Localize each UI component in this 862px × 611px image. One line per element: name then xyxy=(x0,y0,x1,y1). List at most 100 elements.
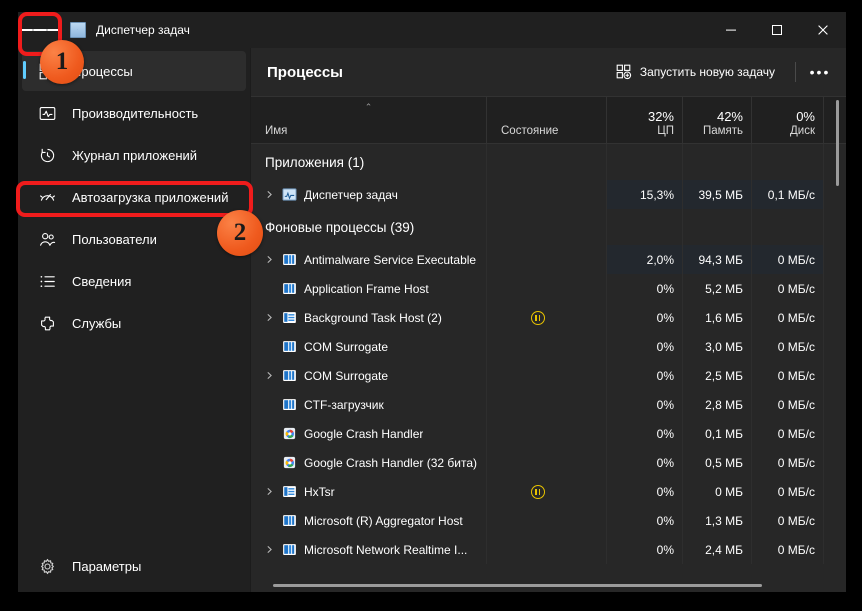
app-blue-icon xyxy=(281,397,297,413)
minimize-button[interactable] xyxy=(708,12,754,48)
cell-memory: 0 МБ xyxy=(683,477,752,506)
cell-memory: 2,5 МБ xyxy=(683,361,752,390)
cell-disk: 0 МБ/с xyxy=(752,477,824,506)
sidebar-item-details[interactable]: Сведения xyxy=(22,261,246,301)
suspended-pause-icon xyxy=(530,310,545,325)
chevron-right-icon[interactable] xyxy=(265,371,281,380)
table-group-row[interactable]: Фоновые процессы (39) xyxy=(251,209,846,245)
app-blue-icon xyxy=(281,368,297,384)
table-row[interactable]: HxTsr 0% 0 МБ 0 МБ/с xyxy=(251,477,846,506)
app-blue-icon xyxy=(281,252,297,268)
close-button[interactable] xyxy=(800,12,846,48)
cell-disk xyxy=(752,144,824,180)
cell-disk: 0 МБ/с xyxy=(752,332,824,361)
cell-filler xyxy=(824,180,846,209)
table-row[interactable]: CTF-загрузчик 0% 2,8 МБ 0 МБ/с xyxy=(251,390,846,419)
chevron-right-icon[interactable] xyxy=(265,487,281,496)
chevron-right-icon[interactable] xyxy=(265,190,281,199)
table-row[interactable]: Microsoft (R) Aggregator Host 0% 1,3 МБ 0 М… xyxy=(251,506,846,535)
cell-memory: 1,6 МБ xyxy=(683,303,752,332)
cell-disk: 0 МБ/с xyxy=(752,448,824,477)
sidebar-item-settings[interactable]: Параметры xyxy=(22,546,246,586)
sidebar-item-services[interactable]: Службы xyxy=(22,303,246,343)
cell-filler xyxy=(824,303,846,332)
cell-cpu: 0% xyxy=(607,419,683,448)
chevron-right-icon[interactable] xyxy=(265,313,281,322)
maximize-button[interactable] xyxy=(754,12,800,48)
sidebar-item-startup-apps[interactable]: Автозагрузка приложений xyxy=(22,177,246,217)
column-header-name[interactable]: ⌃ Имя xyxy=(251,97,487,143)
chevron-right-icon[interactable] xyxy=(265,255,281,264)
cell-disk: 0,1 МБ/с xyxy=(752,180,824,209)
cell-state xyxy=(487,361,607,390)
cell-name: CTF-загрузчик xyxy=(251,390,487,419)
cell-disk: 0 МБ/с xyxy=(752,274,824,303)
cell-state xyxy=(487,477,607,506)
startup-apps-icon xyxy=(36,186,58,208)
column-usage-pct: 42% xyxy=(716,109,743,124)
more-options-button[interactable]: ••• xyxy=(802,57,838,87)
process-name: Google Crash Handler (32 бита) xyxy=(304,455,478,470)
process-name: Google Crash Handler xyxy=(304,426,424,441)
cell-name: Фоновые процессы (39) xyxy=(251,209,487,245)
column-header-cpu[interactable]: 32% ЦП xyxy=(607,97,683,143)
process-name: Фоновые процессы (39) xyxy=(265,219,415,235)
cell-memory: 2,4 МБ xyxy=(683,535,752,564)
sidebar-label: Автозагрузка приложений xyxy=(72,189,229,205)
table-row[interactable]: Google Crash Handler 0% 0,1 МБ 0 МБ/с xyxy=(251,419,846,448)
cell-state xyxy=(487,180,607,209)
services-icon xyxy=(36,312,58,334)
column-header-memory[interactable]: 42% Память xyxy=(683,97,752,143)
cell-filler xyxy=(824,209,846,245)
table-row[interactable]: Microsoft Network Realtime I... 0% 2,4 МБ 0… xyxy=(251,535,846,564)
sidebar-label: Сведения xyxy=(72,273,132,289)
app-blue-icon xyxy=(281,339,297,355)
sort-ascending-icon: ⌃ xyxy=(364,102,373,112)
cell-filler xyxy=(824,245,846,274)
table-header-row: ⌃ Имя Состояние 32% ЦП 42% Память 0% Дис… xyxy=(251,96,846,144)
table-group-row[interactable]: Приложения (1) xyxy=(251,144,846,180)
column-header-disk[interactable]: 0% Диск xyxy=(752,97,824,143)
cell-disk: 0 МБ/с xyxy=(752,361,824,390)
process-name: Microsoft (R) Aggregator Host xyxy=(304,513,463,528)
cell-cpu: 0% xyxy=(607,303,683,332)
table-row[interactable]: Application Frame Host 0% 5,2 МБ 0 МБ/с xyxy=(251,274,846,303)
cell-name: Application Frame Host xyxy=(251,274,487,303)
app-blue-icon xyxy=(281,513,297,529)
vertical-scrollbar[interactable] xyxy=(836,100,839,186)
cell-state xyxy=(487,209,607,245)
run-new-task-button[interactable]: Запустить новую задачу xyxy=(606,57,785,87)
sidebar-item-performance[interactable]: Производительность xyxy=(22,93,246,133)
cell-cpu: 0% xyxy=(607,274,683,303)
column-header-state[interactable]: Состояние xyxy=(487,97,607,143)
column-label: Имя xyxy=(265,125,288,137)
sidebar-item-users[interactable]: Пользователи xyxy=(22,219,246,259)
table-row[interactable]: COM Surrogate 0% 3,0 МБ 0 МБ/с xyxy=(251,332,846,361)
table-row[interactable]: Antimalware Service Executable 2,0% 94,3 М… xyxy=(251,245,846,274)
table-row[interactable]: Диспетчер задач 15,3% 39,5 МБ 0,1 МБ/с xyxy=(251,180,846,209)
table-row[interactable]: COM Surrogate 0% 2,5 МБ 0 МБ/с xyxy=(251,361,846,390)
cell-filler xyxy=(824,390,846,419)
cell-cpu: 0% xyxy=(607,361,683,390)
cell-memory: 1,3 МБ xyxy=(683,506,752,535)
cell-filler xyxy=(824,332,846,361)
table-row[interactable]: Background Task Host (2) 0% 1,6 МБ 0 МБ/с xyxy=(251,303,846,332)
cell-cpu: 0% xyxy=(607,477,683,506)
window-controls xyxy=(708,12,846,48)
chevron-right-icon[interactable] xyxy=(265,545,281,554)
table-row[interactable]: Google Crash Handler (32 бита) 0% 0,5 МБ 0 … xyxy=(251,448,846,477)
process-name: CTF-загрузчик xyxy=(304,397,384,412)
cell-state xyxy=(487,419,607,448)
google-crash-icon xyxy=(281,455,297,471)
column-label: ЦП xyxy=(657,125,674,137)
title-bar: Диспетчер задач xyxy=(18,12,846,48)
cell-name: HxTsr xyxy=(251,477,487,506)
cell-name: Microsoft Network Realtime I... xyxy=(251,535,487,564)
details-icon xyxy=(36,270,58,292)
horizontal-scrollbar[interactable] xyxy=(273,584,762,587)
app-blue-icon xyxy=(281,542,297,558)
task-manager-app-icon xyxy=(70,22,86,38)
sidebar-item-app-history[interactable]: Журнал приложений xyxy=(22,135,246,175)
suspended-pause-icon xyxy=(530,484,545,499)
cell-disk: 0 МБ/с xyxy=(752,535,824,564)
